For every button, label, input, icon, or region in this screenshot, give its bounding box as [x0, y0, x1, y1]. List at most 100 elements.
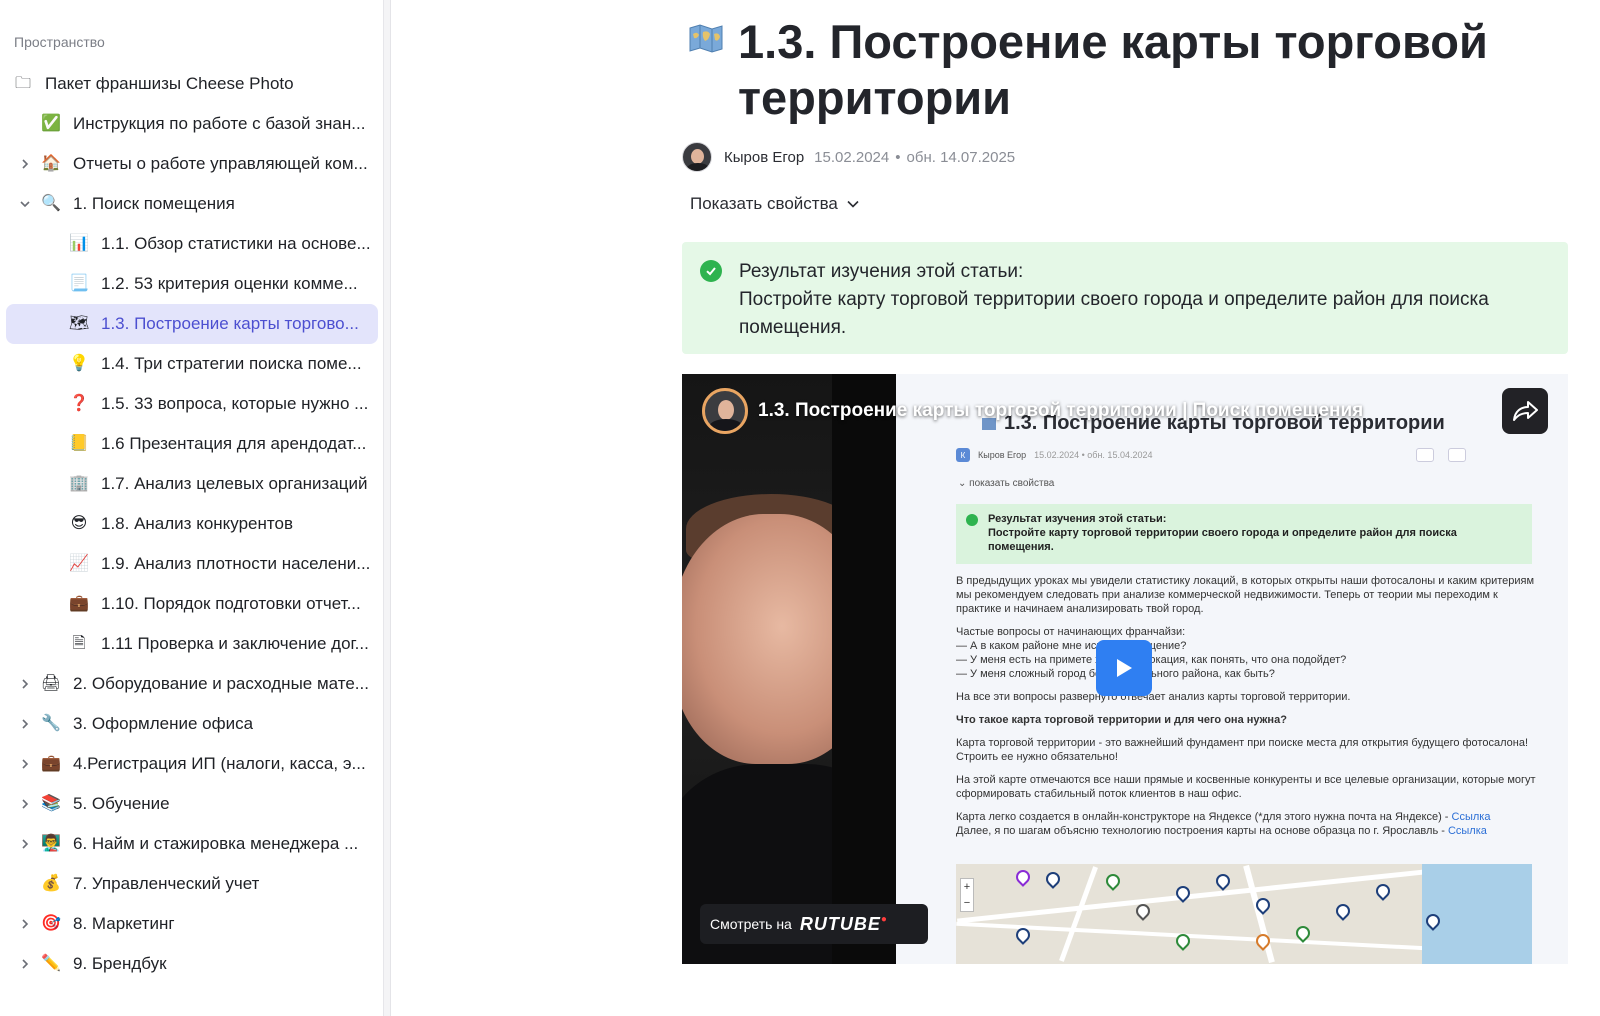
page-emoji-icon: 💰 — [41, 875, 61, 892]
callout-body: Постройте карту торговой территории свое… — [739, 289, 1489, 338]
sidebar-item[interactable]: 👨‍🏫 6. Найм и стажировка менеджера ... — [0, 824, 383, 864]
video-title[interactable]: 1.3. Построение карты торговой территори… — [758, 400, 1363, 422]
shot-paragraph: На все эти вопросы развернуто отвечает а… — [956, 691, 1351, 703]
sidebar-item[interactable]: ✅ Инструкция по работе с базой знан... — [0, 104, 383, 144]
sidebar-item[interactable]: ❓ 1.5. 33 вопроса, которые нужно ... — [0, 384, 383, 424]
sidebar-item[interactable]: 🎯 8. Маркетинг — [0, 904, 383, 944]
chevron-right-icon[interactable] — [17, 836, 33, 852]
article-view: 1.3. Построение карты торговой территори… — [392, 0, 1600, 1016]
play-button[interactable] — [1096, 640, 1152, 696]
sidebar-resize-handle[interactable] — [384, 0, 391, 1016]
page-emoji-icon: 📈 — [69, 555, 89, 572]
sidebar-item[interactable]: 🔍 1. Поиск помещения — [0, 184, 383, 224]
page-emoji-icon: 🖨 — [40, 675, 62, 692]
shot-callout: Результат изучения этой статьи: Постройт… — [956, 504, 1532, 564]
sidebar-item[interactable]: 📈 1.9. Анализ плотности населени... — [0, 544, 383, 584]
page-emoji-icon: 💡 — [69, 355, 89, 372]
chevron-down-icon[interactable] — [17, 196, 33, 212]
shot-callout-text: Результат изучения этой статьи: Постройт… — [988, 513, 1457, 553]
chevron-right-icon[interactable] — [17, 796, 33, 812]
chevron-right-icon[interactable] — [17, 156, 33, 172]
sidebar-item[interactable]: 🏢 1.7. Анализ целевых организаций — [0, 464, 383, 504]
video-player[interactable]: 1.3. Построение карты торговой территори… — [682, 374, 1568, 964]
share-button[interactable] — [1502, 388, 1548, 434]
author-name[interactable]: Кыров Егор — [724, 149, 804, 166]
sidebar-item[interactable]: ✏️ 9. Брендбук — [0, 944, 383, 984]
page-emoji-icon: 📒 — [69, 435, 89, 452]
show-properties-toggle[interactable]: Показать свойства — [690, 194, 860, 214]
page-emoji-icon: 📚 — [41, 795, 61, 812]
watch-on-rutube-button[interactable]: Смотреть на RUTUBE● — [700, 904, 928, 944]
sidebar-item-label: Инструкция по работе с базой знан... — [73, 114, 366, 133]
sidebar-item-label: 1.8. Анализ конкурентов — [101, 514, 293, 533]
page-emoji-icon: 🏢 — [69, 475, 89, 492]
sidebar-item-label: 9. Брендбук — [73, 954, 167, 973]
copy-icon — [1416, 448, 1434, 462]
sidebar-item-label: 1.5. 33 вопроса, которые нужно ... — [101, 394, 369, 413]
channel-avatar[interactable] — [702, 388, 748, 434]
chevron-right-icon[interactable] — [17, 956, 33, 972]
result-callout: Результат изучения этой статьи: Постройт… — [682, 242, 1568, 354]
sidebar-item[interactable]: 🏠 Отчеты о работе управляющей ком... — [0, 144, 383, 184]
sidebar-item-label: 1.2. 53 критерия оценки комме... — [101, 274, 358, 293]
share-icon — [1513, 401, 1538, 421]
chevron-right-icon[interactable] — [17, 756, 33, 772]
page-emoji-icon: 🎯 — [41, 915, 61, 932]
page-emoji-icon: 💼 — [69, 595, 89, 612]
chevron-right-icon[interactable] — [17, 716, 33, 732]
sidebar-item-label: Отчеты о работе управляющей ком... — [73, 154, 368, 173]
sidebar-item[interactable]: 💼 4.Регистрация ИП (налоги, касса, э... — [0, 744, 383, 784]
page-emoji-icon: 🗺 — [68, 315, 90, 332]
shot-paragraph: На этой карте отмечаются все наши прямые… — [956, 774, 1536, 800]
watch-on-label: Смотреть на — [710, 916, 792, 932]
shot-paragraph: В предыдущих уроках мы увидели статистик… — [956, 575, 1535, 615]
sidebar-item-label: 2. Оборудование и расходные мате... — [73, 674, 369, 693]
sidebar-item-label: 1.10. Порядок подготовки отчет... — [101, 594, 361, 613]
sidebar-item-label: 1.4. Три стратегии поиска поме... — [101, 354, 362, 373]
chevron-right-icon[interactable] — [17, 916, 33, 932]
shot-paragraph: Карта торговой территории - это важнейши… — [956, 737, 1528, 763]
page-emoji-icon: ✅ — [41, 115, 61, 132]
video-presenter — [682, 374, 902, 964]
shot-paragraph: Далее, я по шагам объясню технологию пос… — [956, 825, 1487, 837]
sidebar-item-label: 4.Регистрация ИП (налоги, касса, э... — [73, 754, 366, 773]
sidebar-item[interactable]: 📊 1.1. Обзор статистики на основе... — [0, 224, 383, 264]
sidebar-item-label: 1.1. Обзор статистики на основе... — [101, 234, 371, 253]
page-tree: 🗀 Пакет франшизы Cheese Photo ✅ Инструкция … — [0, 64, 383, 984]
sidebar-item[interactable]: 🗎 1.11 Проверка и заключение дог... — [0, 624, 383, 664]
author-avatar[interactable] — [682, 142, 712, 172]
shot-paragraph: Карта легко создается в онлайн-конструкт… — [956, 811, 1491, 823]
shot-avatar: К — [956, 448, 970, 462]
video-screen-capture: 1.3. Построение карты торговой территори… — [896, 374, 1568, 964]
sidebar-item[interactable]: 📚 5. Обучение — [0, 784, 383, 824]
page-emoji-icon: 😎 — [70, 515, 88, 532]
map-preview: + − — [956, 864, 1532, 964]
sidebar-item[interactable]: 💼 1.10. Порядок подготовки отчет... — [0, 584, 383, 624]
check-circle-icon — [700, 260, 722, 282]
sidebar-item[interactable]: 🗀 Пакет франшизы Cheese Photo — [0, 64, 383, 104]
updated-date: обн. 14.07.2025 — [906, 148, 1016, 166]
sidebar-item-label: 7. Управленческий учет — [73, 874, 260, 893]
shot-author: Кыров Егор — [978, 450, 1027, 460]
rutube-logo: RUTUBE● — [799, 913, 888, 934]
callout-heading: Результат изучения этой статьи: — [739, 261, 1024, 282]
sidebar-item-label: 1.3. Построение карты торгово... — [101, 314, 359, 333]
sidebar-item-label: 1.6 Презентация для арендодат... — [101, 434, 367, 453]
sidebar-item[interactable]: 🔧 3. Оформление офиса — [0, 704, 383, 744]
page-emoji-icon: 🔧 — [41, 715, 61, 732]
sidebar-item[interactable]: 🗺 1.3. Построение карты торгово... — [6, 304, 378, 344]
article-meta: Кыров Егор 15.02.2024 • обн. 14.07.2025 — [682, 141, 1015, 173]
sidebar-item-label: 8. Маркетинг — [73, 914, 175, 933]
sidebar-item[interactable]: 📃 1.2. 53 критерия оценки комме... — [0, 264, 383, 304]
chevron-down-icon — [847, 200, 859, 208]
chevron-right-icon[interactable] — [17, 676, 33, 692]
sidebar-item[interactable]: 😎 1.8. Анализ конкурентов — [0, 504, 383, 544]
sidebar-item[interactable]: 💡 1.4. Три стратегии поиска поме... — [0, 344, 383, 384]
shot-paragraph: Частые вопросы от начинающих франчайзи: … — [956, 626, 1347, 680]
sidebar-item[interactable]: 💰 7. Управленческий учет — [0, 864, 383, 904]
sidebar-item[interactable]: 🖨 2. Оборудование и расходные мате... — [0, 664, 383, 704]
page-emoji-icon: 👨‍🏫 — [41, 835, 61, 852]
page-emoji-icon: ✏️ — [41, 955, 61, 972]
sidebar-item-label: 6. Найм и стажировка менеджера ... — [73, 834, 359, 853]
sidebar-item[interactable]: 📒 1.6 Презентация для арендодат... — [0, 424, 383, 464]
